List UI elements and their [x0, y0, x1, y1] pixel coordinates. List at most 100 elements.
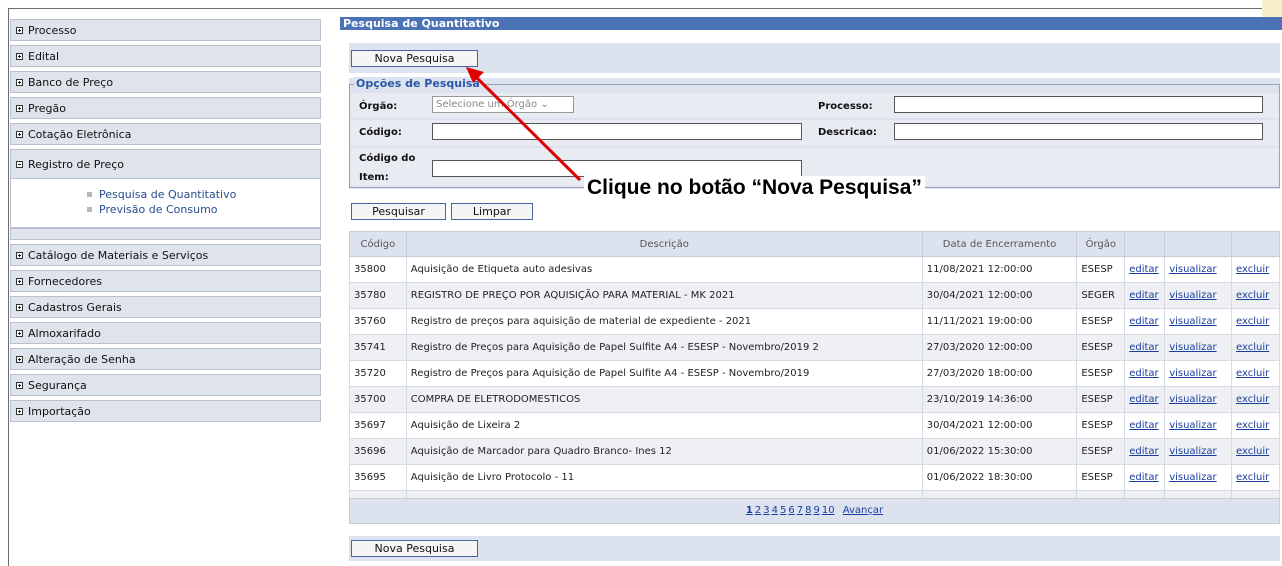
new-search-button-top[interactable]: Nova Pesquisa	[351, 50, 478, 67]
sidebar-item-seguranca[interactable]: Segurança	[10, 374, 321, 396]
page-link[interactable]: 10	[822, 505, 835, 516]
search-button[interactable]: Pesquisar	[351, 203, 446, 220]
col-view	[1164, 231, 1233, 257]
col-orgao: Órgão	[1076, 231, 1126, 257]
view-link[interactable]: visualizar	[1169, 420, 1216, 431]
orgao-cell: ESESP	[1076, 386, 1126, 413]
view-link[interactable]: visualizar	[1169, 316, 1216, 327]
table-row: 35800 Aquisição de Etiqueta auto adesivas…	[349, 256, 1280, 283]
delete-link[interactable]: excluir	[1236, 290, 1269, 301]
page-link[interactable]: 8	[805, 505, 811, 516]
edit-link[interactable]: editar	[1129, 342, 1158, 353]
sidebar-item-label: Catálogo de Materiais e Serviços	[28, 248, 209, 262]
sidebar-subitem-pesquisa-quantitativo[interactable]: Pesquisa de Quantitativo	[11, 187, 320, 202]
view-link[interactable]: visualizar	[1169, 446, 1216, 457]
codigo-cell: 35720	[349, 360, 407, 387]
page-link[interactable]: 1	[746, 505, 753, 516]
edit-link[interactable]: editar	[1129, 264, 1158, 275]
page-link[interactable]: 2	[755, 505, 761, 516]
sidebar-item-pregao[interactable]: Pregão	[10, 97, 321, 119]
action-cell: editar	[1124, 360, 1166, 387]
edit-link[interactable]: editar	[1129, 394, 1158, 405]
sidebar-item-catalogo[interactable]: Catálogo de Materiais e Serviços	[10, 244, 321, 266]
sidebar-subitem-previsao-consumo[interactable]: Previsão de Consumo	[11, 202, 320, 217]
descricao-cell: COMPRA DE ELETRODOMESTICOS	[405, 386, 923, 413]
table-row: 35700 COMPRA DE ELETRODOMESTICOS 23/10/201…	[349, 386, 1280, 413]
page-link[interactable]: 6	[788, 505, 794, 516]
codigo-cell: 35696	[349, 438, 407, 465]
orgao-cell: ESESP	[1076, 308, 1126, 335]
sidebar-item-label: Segurança	[28, 378, 87, 392]
edit-link[interactable]: editar	[1129, 446, 1158, 457]
codigo-input[interactable]	[432, 123, 802, 140]
sidebar-item-processo[interactable]: Processo	[10, 19, 321, 41]
view-link[interactable]: visualizar	[1169, 472, 1216, 483]
data-cell: 30/04/2021 12:00:00	[921, 282, 1078, 309]
action-cell: excluir	[1231, 464, 1280, 491]
descricao-cell: REGISTRO DE PREÇO POR AQUISIÇÃO PARA MAT…	[405, 282, 923, 309]
sidebar-item-alteracao-senha[interactable]: Alteração de Senha	[10, 348, 321, 370]
orgao-label: Órgão:	[359, 101, 398, 112]
edit-link[interactable]: editar	[1129, 290, 1158, 301]
plus-box-icon	[16, 52, 23, 60]
bottom-toolbar	[349, 536, 1280, 561]
sidebar-item-registro-de-preco[interactable]: Registro de Preço	[10, 149, 321, 179]
action-cell: visualizar	[1164, 386, 1233, 413]
view-link[interactable]: visualizar	[1169, 342, 1216, 353]
action-cell: excluir	[1231, 438, 1280, 465]
sidebar-item-banco-de-preco[interactable]: Banco de Preço	[10, 71, 321, 93]
data-cell: 11/08/2021 12:00:00	[921, 256, 1078, 283]
new-search-button-bottom[interactable]: Nova Pesquisa	[351, 540, 478, 557]
next-page-link[interactable]: Avançar	[843, 505, 883, 516]
sidebar-item-label: Importação	[28, 404, 91, 418]
plus-box-icon	[16, 104, 23, 112]
page-link[interactable]: 9	[813, 505, 819, 516]
codigo-cell: 35700	[349, 386, 407, 413]
bullet-icon	[87, 207, 92, 212]
view-link[interactable]: visualizar	[1169, 264, 1216, 275]
edit-link[interactable]: editar	[1129, 368, 1158, 379]
sidebar-item-edital[interactable]: Edital	[10, 45, 321, 67]
descricao-cell: Aquisição de Marcador para Quadro Branco…	[405, 438, 923, 465]
delete-link[interactable]: excluir	[1236, 264, 1269, 275]
edit-link[interactable]: editar	[1129, 420, 1158, 431]
sidebar-item-fornecedores[interactable]: Fornecedores	[10, 270, 321, 292]
sidebar-item-cadastros-gerais[interactable]: Cadastros Gerais	[10, 296, 321, 318]
view-link[interactable]: visualizar	[1169, 394, 1216, 405]
codigo-item-input[interactable]	[432, 160, 802, 177]
codigo-cell: 35760	[349, 308, 407, 335]
plus-box-icon	[16, 277, 23, 285]
processo-input[interactable]	[894, 96, 1263, 113]
sidebar-item-almoxarifado[interactable]: Almoxarifado	[10, 322, 321, 344]
descricao-label: Descricao:	[818, 127, 877, 138]
sidebar-item-label: Edital	[28, 49, 60, 63]
page-link[interactable]: 3	[763, 505, 769, 516]
sidebar-item-cotacao-eletronica[interactable]: Cotação Eletrônica	[10, 123, 321, 145]
page-link[interactable]: 5	[780, 505, 786, 516]
page-link[interactable]: 7	[797, 505, 803, 516]
delete-link[interactable]: excluir	[1236, 368, 1269, 379]
orgao-select-value: Selecione um Órgão	[436, 99, 538, 110]
edit-link[interactable]: editar	[1129, 316, 1158, 327]
plus-box-icon	[16, 130, 23, 138]
sidebar-submenu: Pesquisa de Quantitativo Previsão de Con…	[10, 179, 321, 228]
page-link[interactable]: 4	[772, 505, 778, 516]
edit-link[interactable]: editar	[1129, 472, 1158, 483]
sidebar-item-label: Pregão	[28, 101, 66, 115]
view-link[interactable]: visualizar	[1169, 290, 1216, 301]
view-link[interactable]: visualizar	[1169, 368, 1216, 379]
plus-box-icon	[16, 78, 23, 86]
clear-button[interactable]: Limpar	[451, 203, 533, 220]
orgao-select[interactable]: Selecione um Órgão ⌄	[432, 96, 574, 113]
delete-link[interactable]: excluir	[1236, 342, 1269, 353]
descricao-input[interactable]	[894, 123, 1263, 140]
delete-link[interactable]: excluir	[1236, 472, 1269, 483]
table-row: 35720 Registro de Preços para Aquisição d…	[349, 360, 1280, 387]
delete-link[interactable]: excluir	[1236, 446, 1269, 457]
delete-link[interactable]: excluir	[1236, 420, 1269, 431]
col-edit	[1124, 231, 1166, 257]
sidebar-item-importacao[interactable]: Importação	[10, 400, 321, 422]
delete-link[interactable]: excluir	[1236, 316, 1269, 327]
orgao-cell: ESESP	[1076, 464, 1126, 491]
delete-link[interactable]: excluir	[1236, 394, 1269, 405]
